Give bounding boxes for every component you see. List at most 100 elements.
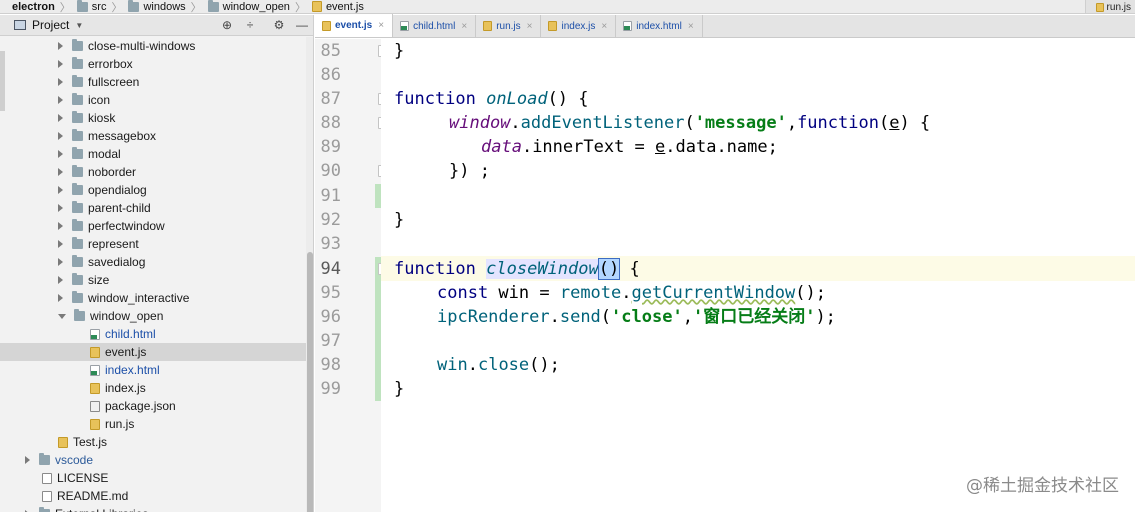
code-method: send: [559, 307, 601, 327]
code-area[interactable]: } function onLoad() { window.addEventLis…: [381, 39, 1135, 512]
tree-file-item[interactable]: Test.js: [0, 433, 306, 451]
tree-file-item[interactable]: run.js: [0, 415, 306, 433]
folder-icon: [72, 273, 83, 285]
project-tree-scroll-thumb[interactable]: [307, 252, 313, 512]
navigation-bar: electron 〉 src 〉 windows 〉 window_open 〉 event.j…: [0, 0, 1135, 14]
chevron-right-icon[interactable]: [58, 42, 63, 50]
tree-folder-item[interactable]: parent-child: [0, 199, 306, 217]
tree-folder-item[interactable]: perfectwindow: [0, 217, 306, 235]
tree-folder-item[interactable]: noborder: [0, 163, 306, 181]
breadcrumb-separator: 〉: [190, 1, 202, 14]
chevron-right-icon[interactable]: [58, 294, 63, 302]
chevron-right-icon[interactable]: [58, 276, 63, 284]
line-number: 95: [320, 283, 341, 303]
tree-folder-item[interactable]: modal: [0, 145, 306, 163]
project-panel-title[interactable]: Project: [32, 18, 69, 32]
tree-file-item[interactable]: package.json: [0, 397, 306, 415]
code-keyword: const: [437, 283, 489, 303]
tree-folder-item[interactable]: External Libraries: [0, 505, 306, 512]
tree-folder-item[interactable]: size: [0, 271, 306, 289]
close-icon[interactable]: ×: [527, 21, 533, 32]
editor-tab[interactable]: index.html ×: [616, 15, 703, 37]
project-view-icon: [14, 20, 26, 30]
chevron-right-icon[interactable]: [25, 456, 30, 464]
code-token: (: [684, 113, 695, 133]
editor-tab[interactable]: index.js ×: [541, 15, 617, 37]
folder-icon: [74, 309, 85, 321]
tree-folder-item[interactable]: kiosk: [0, 109, 306, 127]
editor-tab[interactable]: event.js ×: [315, 14, 394, 37]
line-number: 93: [320, 234, 341, 254]
tree-folder-item[interactable]: represent: [0, 235, 306, 253]
code-token: (: [878, 113, 890, 133]
tree-folder-item[interactable]: icon: [0, 91, 306, 109]
code-token: );: [815, 307, 836, 327]
close-icon[interactable]: ×: [601, 21, 607, 32]
tree-file-item[interactable]: LICENSE: [0, 469, 306, 487]
chevron-right-icon[interactable]: [58, 222, 63, 230]
breadcrumb-item[interactable]: event.js: [310, 0, 367, 13]
tree-item-label: window_open: [90, 309, 164, 323]
tree-item-label: icon: [88, 93, 111, 107]
close-icon[interactable]: ×: [461, 21, 467, 32]
code-line-85: }: [394, 39, 404, 64]
chevron-right-icon[interactable]: [58, 186, 63, 194]
chevron-down-icon[interactable]: [58, 313, 66, 319]
close-icon[interactable]: ×: [378, 20, 384, 31]
code-token: }: [394, 210, 405, 230]
chevron-right-icon[interactable]: [58, 96, 63, 104]
breadcrumb-separator: 〉: [59, 1, 71, 14]
folder-icon: [39, 453, 50, 465]
chevron-right-icon[interactable]: [58, 78, 63, 86]
collapse-all-icon[interactable]: ÷: [242, 17, 258, 33]
tree-file-item[interactable]: index.js: [0, 379, 306, 397]
code-token: .: [510, 113, 521, 133]
tree-folder-item[interactable]: window_interactive: [0, 289, 306, 307]
tree-file-item[interactable]: README.md: [0, 487, 306, 505]
chevron-right-icon[interactable]: [58, 168, 63, 176]
scroll-from-source-icon[interactable]: ⊕: [219, 17, 235, 33]
chevron-down-icon[interactable]: ▼: [75, 21, 83, 30]
tree-folder-item[interactable]: window_open: [0, 307, 306, 325]
tree-file-item[interactable]: child.html: [0, 325, 306, 343]
close-icon[interactable]: ×: [688, 21, 694, 32]
tree-item-label: event.js: [105, 345, 147, 359]
code-keyword: function: [394, 89, 476, 109]
tree-item-label: messagebox: [88, 129, 157, 143]
tree-folder-item[interactable]: errorbox: [0, 55, 306, 73]
chevron-right-icon[interactable]: [58, 150, 63, 158]
breadcrumb-item[interactable]: windows: [126, 0, 188, 13]
html-file-icon: [623, 21, 633, 31]
tree-folder-item[interactable]: vscode: [0, 451, 306, 469]
chevron-right-icon[interactable]: [58, 132, 63, 140]
code-identifier: win: [437, 355, 468, 375]
tree-folder-item[interactable]: close-multi-windows: [0, 37, 306, 55]
tree-file-item[interactable]: event.js: [0, 343, 306, 361]
tree-folder-item[interactable]: savedialog: [0, 253, 306, 271]
chevron-right-icon[interactable]: [58, 60, 63, 68]
gear-icon[interactable]: ⚙: [271, 17, 287, 33]
breadcrumb-item[interactable]: electron: [0, 0, 58, 13]
editor-tab[interactable]: run.js ×: [476, 15, 542, 37]
tree-item-label: size: [88, 273, 110, 287]
editor-tab[interactable]: child.html ×: [393, 15, 477, 37]
js-file-icon: [58, 436, 68, 448]
chevron-right-icon[interactable]: [58, 204, 63, 212]
chevron-right-icon[interactable]: [58, 258, 63, 266]
code-token: () {: [547, 89, 589, 109]
tree-folder-item[interactable]: messagebox: [0, 127, 306, 145]
run-configuration-selector[interactable]: run.js: [1084, 0, 1135, 13]
tree-folder-item[interactable]: fullscreen: [0, 73, 306, 91]
breadcrumb-item[interactable]: window_open: [206, 0, 293, 13]
code-token: }: [394, 41, 405, 61]
chevron-right-icon[interactable]: [58, 114, 63, 122]
breadcrumb-item[interactable]: src: [75, 0, 110, 13]
tree-item-label: fullscreen: [88, 75, 140, 89]
text-file-icon: [42, 490, 52, 502]
hide-panel-icon[interactable]: —: [294, 17, 310, 33]
editor-tab-label: index.js: [561, 20, 596, 32]
tree-folder-item[interactable]: opendialog: [0, 181, 306, 199]
chevron-right-icon[interactable]: [58, 240, 63, 248]
tree-file-item[interactable]: index.html: [0, 361, 306, 379]
editor-tab-label: event.js: [335, 20, 373, 31]
